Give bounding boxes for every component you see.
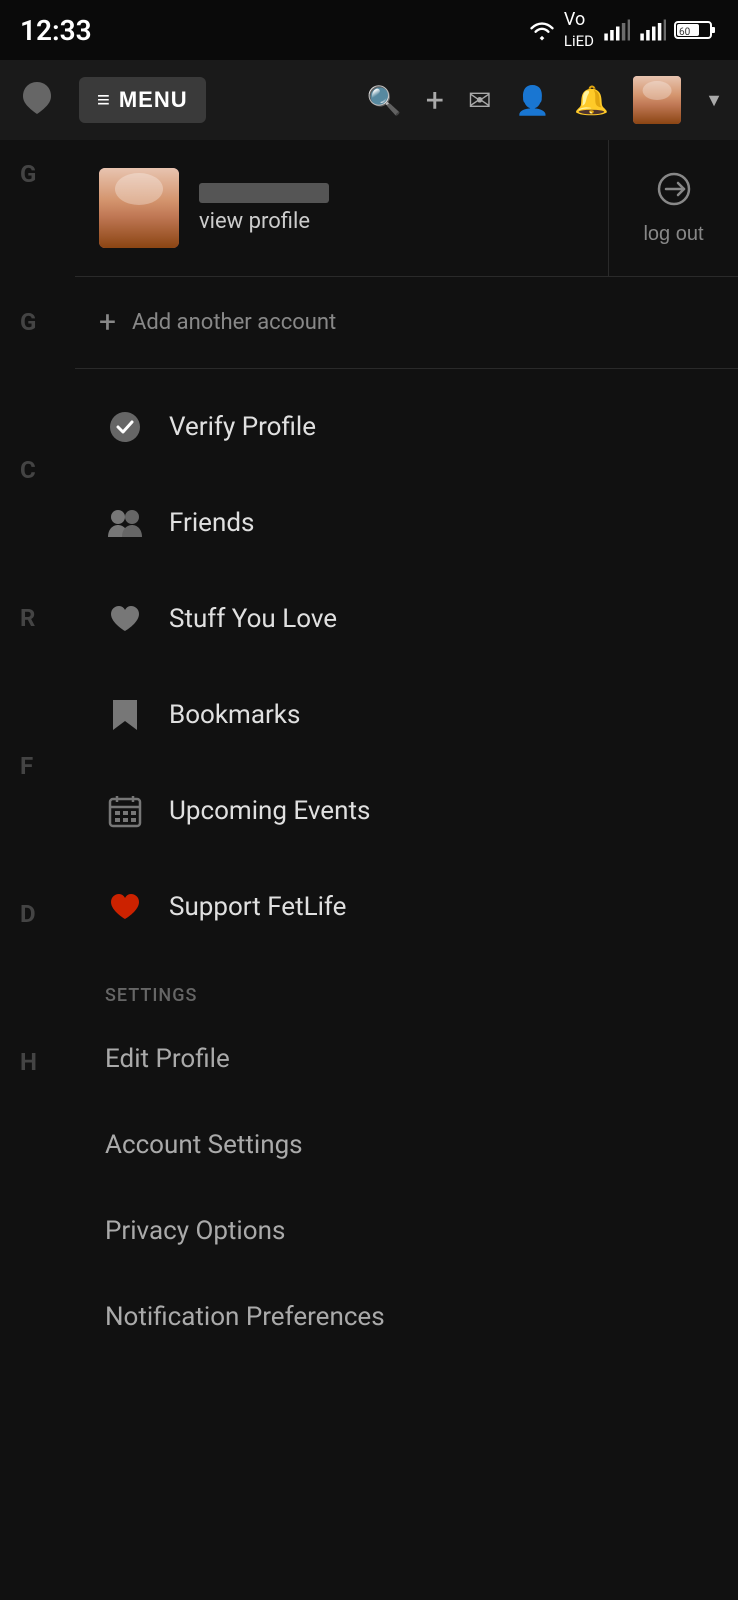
- nav-avatar[interactable]: [633, 76, 681, 124]
- bg-letter-c: C: [20, 456, 37, 484]
- logout-button[interactable]: log out: [608, 140, 738, 276]
- add-account[interactable]: + Add another account: [75, 277, 738, 369]
- hamburger-icon: ≡: [97, 87, 111, 113]
- add-icon[interactable]: +: [426, 81, 444, 119]
- status-bar: 12:33 VoLiED 60: [0, 0, 738, 60]
- settings-item-account-settings[interactable]: Account Settings: [75, 1102, 738, 1188]
- stuff-you-love-label: Stuff You Love: [169, 604, 337, 634]
- bg-letter-d: D: [20, 900, 37, 928]
- upcoming-events-icon: [105, 791, 145, 831]
- status-icons: VoLiED 60: [528, 9, 718, 51]
- logout-label: log out: [643, 223, 703, 246]
- friends-label: Friends: [169, 508, 254, 538]
- signal2-icon: [638, 19, 666, 41]
- menu-item-verify-profile[interactable]: Verify Profile: [75, 379, 738, 475]
- settings-item-edit-profile[interactable]: Edit Profile: [75, 1016, 738, 1102]
- menu-item-support-fetlife[interactable]: Support FetLife: [75, 859, 738, 955]
- profile-text: view profile: [199, 183, 329, 234]
- bg-letters: G G C R F D H: [20, 160, 37, 1076]
- settings-header: SETTINGS: [75, 965, 738, 1016]
- profile-username: [199, 183, 329, 203]
- settings-item-privacy-options[interactable]: Privacy Options: [75, 1188, 738, 1274]
- logo: [15, 78, 59, 122]
- dropdown-arrow-icon[interactable]: ▼: [705, 90, 723, 111]
- menu-item-stuff-you-love[interactable]: Stuff You Love: [75, 571, 738, 667]
- profile-avatar: [99, 168, 179, 248]
- menu-item-friends[interactable]: Friends: [75, 475, 738, 571]
- add-account-label: Add another account: [132, 310, 336, 335]
- privacy-options-label: Privacy Options: [105, 1216, 285, 1246]
- account-settings-label: Account Settings: [105, 1130, 303, 1160]
- menu-label: MENU: [119, 87, 188, 113]
- settings-section: SETTINGS Edit Profile Account Settings P…: [75, 955, 738, 1370]
- bookmarks-icon: [105, 695, 145, 735]
- bg-letter-f: F: [20, 752, 37, 780]
- profile-section: view profile log out: [75, 140, 738, 277]
- edit-profile-label: Edit Profile: [105, 1044, 230, 1074]
- svg-text:60: 60: [679, 27, 691, 38]
- support-fetlife-label: Support FetLife: [169, 892, 346, 922]
- bg-content: [0, 140, 75, 1600]
- add-account-icon: +: [99, 305, 116, 340]
- friends-icon: [105, 503, 145, 543]
- signal1-icon: [602, 19, 630, 41]
- support-fetlife-icon: [105, 887, 145, 927]
- bg-letter-g1: G: [20, 160, 37, 188]
- profile-info[interactable]: view profile: [75, 140, 608, 276]
- profile-icon[interactable]: 👤: [515, 84, 550, 117]
- notification-preferences-label: Notification Preferences: [105, 1302, 385, 1332]
- top-nav: ≡ MENU 🔍 + ✉ 👤 🔔 ▼: [0, 60, 738, 140]
- bell-icon[interactable]: 🔔: [574, 84, 609, 117]
- fetlife-logo-icon: [15, 78, 59, 122]
- verify-profile-icon: [105, 407, 145, 447]
- verify-profile-label: Verify Profile: [169, 412, 316, 442]
- logout-icon: [656, 171, 692, 215]
- vo-lied-indicator: VoLiED: [564, 9, 594, 51]
- menu-item-upcoming-events[interactable]: Upcoming Events: [75, 763, 738, 859]
- bg-letter-h: H: [20, 1048, 37, 1076]
- search-icon[interactable]: 🔍: [367, 84, 402, 117]
- menu-item-bookmarks[interactable]: Bookmarks: [75, 667, 738, 763]
- status-time: 12:33: [20, 14, 92, 47]
- bg-letter-g2: G: [20, 308, 37, 336]
- menu-button[interactable]: ≡ MENU: [79, 77, 206, 123]
- settings-item-notification-preferences[interactable]: Notification Preferences: [75, 1274, 738, 1360]
- stuff-you-love-icon: [105, 599, 145, 639]
- battery-icon: 60: [674, 19, 718, 41]
- drawer-menu: view profile log out + Add another accou…: [75, 140, 738, 1600]
- menu-items-list: Verify Profile Friends Stuff You Love: [75, 369, 738, 1600]
- mail-icon[interactable]: ✉: [468, 84, 491, 117]
- wifi-icon: [528, 19, 556, 41]
- nav-icons: 🔍 + ✉ 👤 🔔 ▼: [367, 76, 723, 124]
- upcoming-events-label: Upcoming Events: [169, 796, 370, 826]
- bg-letter-r: R: [20, 604, 37, 632]
- view-profile-link[interactable]: view profile: [199, 209, 329, 234]
- bookmarks-label: Bookmarks: [169, 700, 300, 730]
